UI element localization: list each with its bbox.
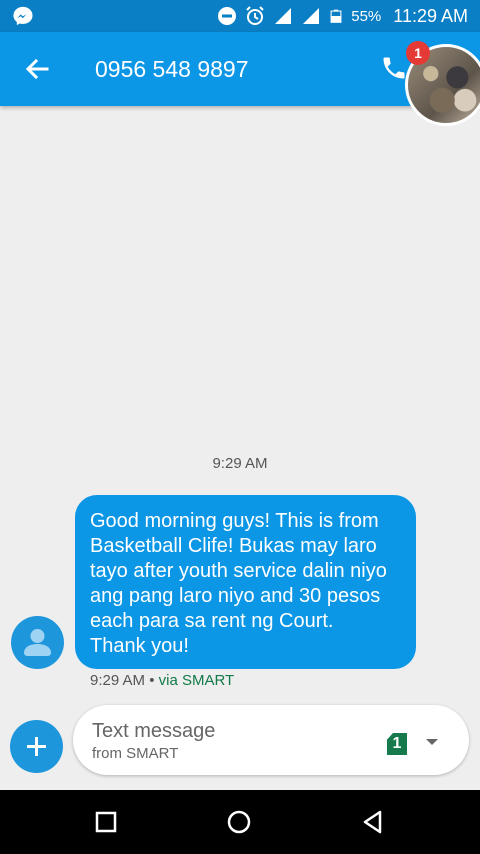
add-attachment-button[interactable] <box>10 720 63 773</box>
alarm-icon <box>246 6 264 25</box>
status-bar: 55% 11:29 AM <box>0 0 480 32</box>
meta-separator: • <box>145 672 159 689</box>
back-arrow-icon[interactable] <box>22 54 52 84</box>
home-icon[interactable] <box>224 807 254 837</box>
message-via: via SMART <box>158 672 235 689</box>
dnd-icon <box>218 7 237 25</box>
message-composer[interactable]: Text message from SMART 1 <box>73 705 469 775</box>
signal-icon <box>303 8 320 24</box>
navigation-bar <box>0 790 480 854</box>
battery-icon <box>330 9 342 23</box>
back-icon[interactable] <box>358 807 388 837</box>
dropdown-icon[interactable] <box>423 735 441 749</box>
recents-icon[interactable] <box>91 807 121 837</box>
person-icon <box>24 629 51 656</box>
battery-percent: 55% <box>351 7 382 25</box>
chat-head-badge: 1 <box>406 41 430 65</box>
message-time: 9:29 AM <box>90 672 146 689</box>
plus-icon <box>27 737 46 756</box>
contact-title: 0956 548 9897 <box>95 56 249 82</box>
composer-carrier: from SMART <box>92 745 179 762</box>
clock: 11:29 AM <box>393 5 468 26</box>
sim-icon[interactable]: 1 <box>387 733 407 755</box>
signal-icon <box>275 8 292 24</box>
conversation-timestamp: 9:29 AM <box>212 455 268 472</box>
message-input-placeholder[interactable]: Text message <box>92 720 215 743</box>
phone-icon[interactable] <box>380 54 408 82</box>
message-bubble[interactable]: Good morning guys! This is from Basketba… <box>75 495 416 669</box>
contact-avatar[interactable] <box>11 616 64 669</box>
message-meta: 9:29 AM • via SMART <box>90 672 234 689</box>
messenger-icon <box>13 6 33 26</box>
